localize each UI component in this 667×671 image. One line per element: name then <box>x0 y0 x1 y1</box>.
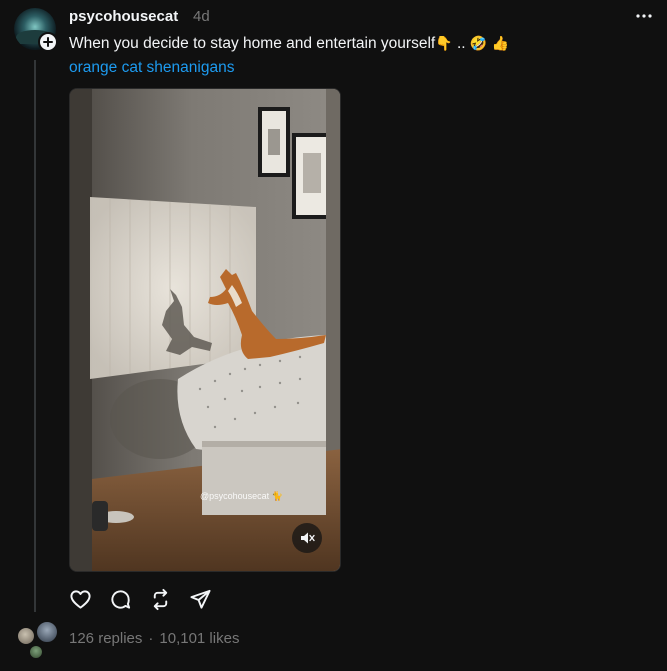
replier-avatar <box>28 644 44 660</box>
send-icon <box>190 589 211 609</box>
more-options-button[interactable] <box>630 6 658 26</box>
like-button[interactable] <box>69 586 109 612</box>
thumbs-up-emoji: 👍 <box>491 35 510 51</box>
post-timestamp[interactable]: 4d <box>193 8 210 25</box>
thread-line <box>34 60 36 612</box>
replies-count[interactable]: 126 replies <box>69 630 142 647</box>
share-button[interactable] <box>189 586 229 612</box>
comment-bubble-icon <box>111 589 131 609</box>
repost-button[interactable] <box>149 586 189 612</box>
heart-icon <box>70 589 91 609</box>
post-username[interactable]: psycohousecat <box>69 8 178 25</box>
plus-icon <box>43 37 53 47</box>
replier-avatar <box>16 626 36 646</box>
repost-icon <box>153 588 168 610</box>
mute-toggle-button[interactable] <box>292 523 322 553</box>
reply-button[interactable] <box>109 586 149 612</box>
reply-avatars[interactable] <box>14 620 62 662</box>
follow-button[interactable] <box>38 32 58 52</box>
post-stats: 126 replies · 10,101 likes <box>69 630 239 647</box>
point-down-emoji: 👇 <box>435 35 453 51</box>
likes-count[interactable]: 10,101 likes <box>159 630 239 647</box>
video-watermark: @psycohousecat 🐈 <box>200 491 283 501</box>
more-horizontal-icon <box>636 14 652 18</box>
post-action-bar <box>69 586 229 612</box>
caption-ellipsis: .. <box>456 35 466 52</box>
post-caption: When you decide to stay home and enterta… <box>69 35 509 53</box>
topic-tag-link[interactable]: orange cat shenanigans <box>69 59 234 77</box>
caption-text: When you decide to stay home and enterta… <box>69 35 436 52</box>
rofl-emoji: 🤣 <box>469 35 488 51</box>
post-video[interactable]: @psycohousecat 🐈 <box>69 88 341 572</box>
speaker-muted-icon <box>301 532 315 544</box>
stats-separator: · <box>148 630 154 647</box>
replier-avatar <box>35 620 59 644</box>
